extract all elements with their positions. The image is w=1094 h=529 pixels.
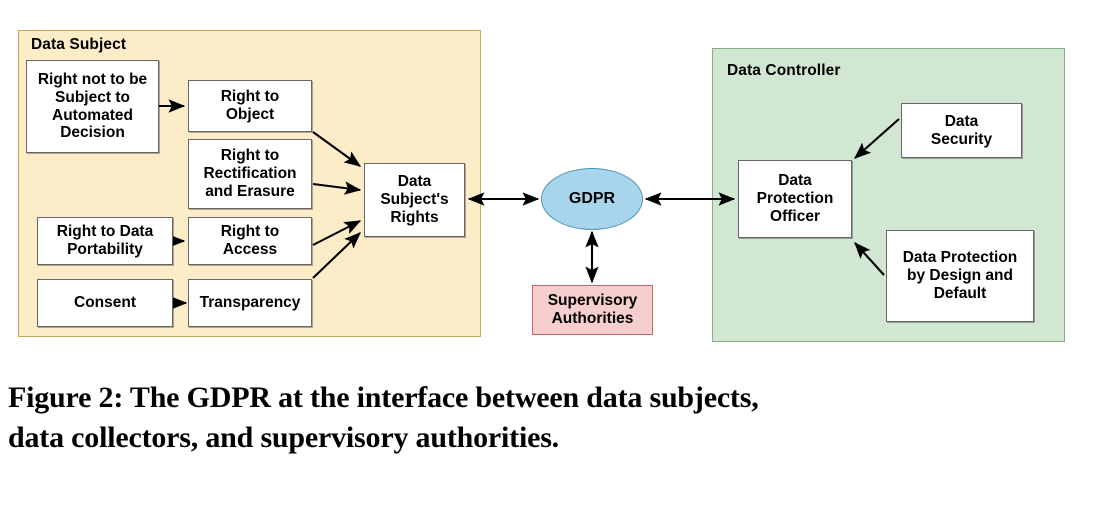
node-line: Right to <box>220 147 280 165</box>
edge-access-to-rights <box>312 220 362 246</box>
node-data-security[interactable]: Data Security <box>901 103 1022 158</box>
node-automated-decision[interactable]: Right not to be Subject to Automated Dec… <box>26 60 159 153</box>
node-line: Data Protection <box>902 249 1018 267</box>
edge-rectification-to-rights <box>312 181 362 195</box>
node-line: Right to Data <box>56 223 154 241</box>
caption-line-2: data collectors, and supervisory authori… <box>8 420 559 454</box>
edge-data-security-to-dpo <box>854 118 900 159</box>
caption-line-1: Figure 2: The GDPR at the interface betw… <box>8 381 759 414</box>
node-line: Right to <box>220 88 280 106</box>
node-line: Subject's <box>380 191 449 209</box>
node-line: Right to <box>220 223 280 241</box>
node-line: by Design and <box>907 267 1013 285</box>
node-line: Access <box>222 241 278 258</box>
node-line: Subject to <box>55 88 130 106</box>
node-line: Authorities <box>551 310 634 327</box>
node-line: GDPR <box>568 190 616 207</box>
node-line: Decision <box>60 124 125 142</box>
node-line: Data <box>944 112 979 130</box>
node-line: Default <box>933 284 987 302</box>
node-line: Data <box>778 172 812 190</box>
edge-transparency-to-rights <box>312 232 361 279</box>
node-consent[interactable]: Consent <box>37 279 173 327</box>
node-line: Data <box>397 173 432 191</box>
node-line: Supervisory <box>547 292 638 310</box>
figure-caption: Figure 2: The GDPR at the interface betw… <box>8 378 1086 458</box>
node-right-to-access[interactable]: Right to Access <box>188 217 312 265</box>
node-line: Protection <box>756 190 834 208</box>
node-line: Object <box>225 106 275 123</box>
node-line: Consent <box>74 294 136 312</box>
node-line: Transparency <box>199 294 301 312</box>
node-data-protection-by-design[interactable]: Data Protection by Design and Default <box>886 230 1034 322</box>
node-supervisory-authorities[interactable]: Supervisory Authorities <box>532 285 653 335</box>
edge-data-protection-by-design-to-dpo <box>854 242 885 276</box>
node-data-subjects-rights[interactable]: Data Subject's Rights <box>364 163 465 237</box>
node-rectification-erasure[interactable]: Right to Rectification and Erasure <box>188 139 312 209</box>
edge-right-to-object-to-rights <box>312 131 362 167</box>
node-line: and Erasure <box>205 182 295 200</box>
node-line: Portability <box>67 241 143 258</box>
node-line: Security <box>930 130 993 148</box>
node-data-protection-officer[interactable]: Data Protection Officer <box>738 160 852 238</box>
node-line: Rectification <box>203 165 297 183</box>
node-transparency[interactable]: Transparency <box>188 279 312 327</box>
node-line: Automated <box>52 106 133 124</box>
node-line: Officer <box>770 207 820 225</box>
node-right-to-object[interactable]: Right to Object <box>188 80 312 132</box>
node-data-portability[interactable]: Right to Data Portability <box>37 217 173 265</box>
figure-diagram: Data Subject Data Controller Right not t… <box>0 0 1094 360</box>
node-gdpr[interactable]: GDPR <box>541 168 643 230</box>
node-line: Rights <box>390 208 439 226</box>
node-line: Right not to be <box>37 70 148 88</box>
